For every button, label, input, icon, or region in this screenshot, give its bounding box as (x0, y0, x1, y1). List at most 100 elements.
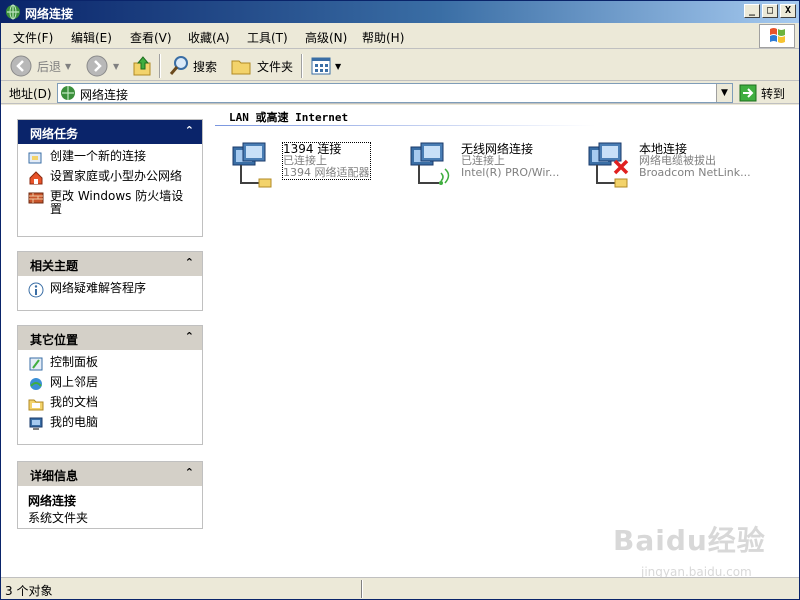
related-topics-panel: 相关主题 ⌃ 网络疑难解答程序 (17, 251, 203, 311)
up-folder-button[interactable] (131, 54, 155, 78)
place-my-computer[interactable]: 我的电脑 (28, 416, 194, 432)
connection-text: 1394 连接 已连接上 1394 网络适配器 (282, 142, 371, 180)
maximize-button[interactable]: □ (762, 4, 778, 18)
wireless-connection-icon (410, 142, 450, 185)
details-title: 详细信息 (30, 469, 79, 483)
collapse-chevron-icon[interactable]: ⌃ (185, 256, 194, 269)
task-label: 创建一个新的连接 (50, 149, 147, 163)
connection-item-1394[interactable]: 1394 连接 已连接上 1394 网络适配器 (229, 141, 407, 189)
network-tasks-list: 创建一个新的连接 设置家庭或小型办公网络 更改 Windows 防火墙设置 (18, 144, 202, 226)
address-label: 地址(D) (9, 87, 52, 101)
collapse-chevron-icon[interactable]: ⌃ (185, 466, 194, 479)
window-controls: _ □ X (744, 4, 796, 18)
place-my-documents[interactable]: 我的文档 (28, 396, 194, 412)
firewall-icon (28, 192, 44, 204)
address-input[interactable]: 网络连接 ▼ (57, 83, 733, 103)
control-panel-icon (29, 357, 43, 371)
status-bar: 3 个对象 (1, 577, 799, 599)
forward-dropdown-icon[interactable]: ▼ (113, 62, 119, 71)
connection-device: Broadcom NetLink... (639, 166, 751, 179)
network-folder-icon (6, 4, 20, 20)
folders-button[interactable]: 文件夹 (229, 54, 293, 78)
network-folder-icon (61, 86, 75, 100)
network-tasks-header[interactable]: 网络任务 ⌃ (18, 120, 202, 144)
collapse-chevron-icon[interactable]: ⌃ (185, 124, 194, 137)
folder-icon (231, 60, 251, 75)
explorer-window: 网络连接 _ □ X 文件(F) 编辑(E) 查看(V) 收藏(A) 工具(T)… (0, 0, 800, 600)
address-bar: 地址(D) 网络连接 ▼ 转到 (1, 82, 799, 104)
other-places-list: 控制面板 网上邻居 我的文档 我的电脑 (18, 350, 202, 442)
place-label: 我的文档 (50, 395, 99, 409)
my-computer-icon (29, 417, 43, 430)
window-title: 网络连接 (25, 7, 74, 21)
details-header[interactable]: 详细信息 ⌃ (18, 462, 202, 486)
windows-logo-icon (759, 24, 795, 48)
menu-tools[interactable]: 工具(T) (247, 29, 288, 46)
details-name: 网络连接 (28, 494, 77, 508)
back-dropdown-icon[interactable]: ▼ (65, 62, 71, 71)
other-places-header[interactable]: 其它位置 ⌃ (18, 326, 202, 350)
toolbar-separator (301, 54, 303, 78)
related-topics-header[interactable]: 相关主题 ⌃ (18, 252, 202, 276)
search-label: 搜索 (193, 59, 218, 74)
menu-bar: 文件(F) 编辑(E) 查看(V) 收藏(A) 工具(T) 高级(N) 帮助(H… (1, 23, 799, 49)
my-documents-icon (28, 399, 44, 411)
place-network-places[interactable]: 网上邻居 (28, 376, 194, 392)
address-dropdown-icon[interactable]: ▼ (716, 84, 732, 102)
status-object-count: 3 个对象 (5, 584, 53, 598)
up-folder-icon (133, 56, 151, 76)
connection-item-wireless[interactable]: 无线网络连接 已连接上 Intel(R) PRO/Wir... (407, 141, 585, 189)
collapse-chevron-icon[interactable]: ⌃ (185, 330, 194, 343)
baidu-watermark: Baidu经验 (613, 524, 766, 557)
go-arrow-icon (739, 84, 757, 102)
place-label: 我的电脑 (50, 415, 99, 429)
task-create-connection[interactable]: 创建一个新的连接 (28, 150, 194, 166)
status-divider (361, 580, 363, 598)
related-troubleshooter[interactable]: 网络疑难解答程序 (28, 282, 194, 298)
menu-help[interactable]: 帮助(H) (362, 29, 404, 46)
close-button[interactable]: X (780, 4, 796, 18)
details-body: 网络连接 系统文件夹 (18, 486, 202, 532)
menu-file[interactable]: 文件(F) (13, 29, 53, 46)
toolbar: 后退 ▼ ▼ 搜索 文件夹 ▼ (1, 50, 799, 81)
related-topics-list: 网络疑难解答程序 (18, 276, 202, 308)
task-setup-home-network[interactable]: 设置家庭或小型办公网络 (28, 170, 194, 186)
network-tasks-title: 网络任务 (30, 127, 79, 141)
connection-device: Intel(R) PRO/Wir... (461, 166, 560, 179)
content-area: 网络任务 ⌃ 创建一个新的连接 设置家庭或小型办公网络 更改 Windows 防… (1, 105, 799, 579)
forward-arrow-icon (86, 55, 108, 77)
details-type: 系统文件夹 (28, 511, 89, 525)
minimize-button[interactable]: _ (744, 4, 760, 18)
task-label: 更改 Windows 防火墙设置 (50, 189, 184, 216)
group-header: LAN 或高速 Internet (229, 111, 349, 124)
views-dropdown-icon[interactable]: ▼ (335, 62, 341, 71)
menu-view[interactable]: 查看(V) (130, 29, 172, 46)
toolbar-separator (159, 54, 161, 78)
back-label: 后退 (37, 59, 62, 74)
task-change-firewall[interactable]: 更改 Windows 防火墙设置 (28, 190, 194, 216)
network-places-icon (30, 378, 42, 390)
place-label: 控制面板 (50, 355, 99, 369)
title-bar[interactable]: 网络连接 _ □ X (1, 1, 799, 23)
views-button[interactable]: ▼ (309, 54, 341, 78)
place-label: 网上邻居 (50, 375, 99, 389)
search-button[interactable]: 搜索 (167, 54, 217, 78)
menu-favorites[interactable]: 收藏(A) (188, 29, 230, 46)
connection-item-local[interactable]: 本地连接 网络电缆被拔出 Broadcom NetLink... (585, 141, 763, 189)
group-divider (215, 125, 595, 126)
go-button[interactable]: 转到 (739, 83, 785, 103)
menu-edit[interactable]: 编辑(E) (71, 29, 112, 46)
related-label: 网络疑难解答程序 (50, 281, 147, 295)
new-connection-icon (28, 152, 42, 164)
network-connection-icon (232, 142, 272, 188)
other-places-panel: 其它位置 ⌃ 控制面板 网上邻居 我的文档 我的电脑 (17, 325, 203, 445)
home-network-icon (29, 171, 43, 185)
related-topics-title: 相关主题 (30, 259, 79, 273)
other-places-title: 其它位置 (30, 333, 79, 347)
menu-advanced[interactable]: 高级(N) (305, 29, 347, 46)
forward-button[interactable]: ▼ (85, 54, 119, 78)
back-button[interactable]: 后退 ▼ (9, 54, 71, 78)
details-panel: 详细信息 ⌃ 网络连接 系统文件夹 (17, 461, 203, 529)
task-pane: 网络任务 ⌃ 创建一个新的连接 设置家庭或小型办公网络 更改 Windows 防… (1, 105, 211, 577)
place-control-panel[interactable]: 控制面板 (28, 356, 194, 372)
